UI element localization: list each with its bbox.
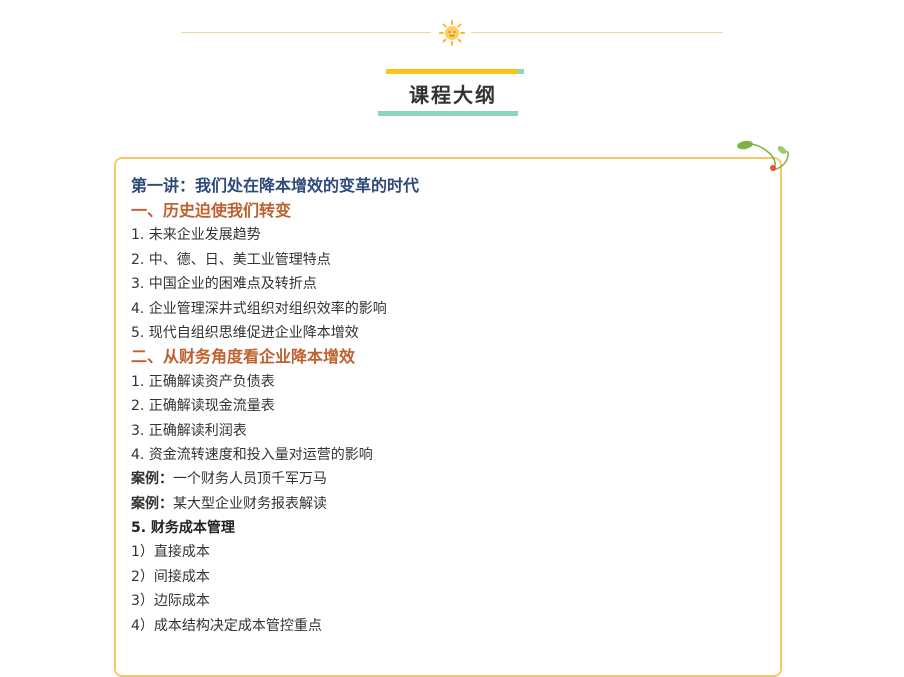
case-label: 案例：: [131, 495, 173, 512]
case-item: 案例：一个财务人员顶千军万马: [131, 467, 771, 491]
list-item: 2. 中、德、日、美工业管理特点: [131, 251, 331, 268]
list-item: 4. 资金流转速度和投入量对运营的影响: [131, 446, 373, 463]
list-item: 5. 现代自组织思维促进企业降本增效: [131, 324, 359, 341]
outline-content: 第一讲：我们处在降本增效的变革的时代 一、历史迫使我们转变 1. 未来企业发展趋…: [131, 173, 771, 638]
lecture-title: 第一讲：我们处在降本增效的变革的时代: [131, 176, 420, 195]
list-item: 4）成本结构决定成本管控重点: [131, 617, 322, 634]
top-rule-right: [471, 32, 723, 33]
title-bar-bottom: [383, 111, 518, 116]
page-title: 课程大纲: [409, 83, 497, 107]
case-item: 案例：某大型企业财务报表解读: [131, 492, 771, 516]
title-bar-top-accent: [518, 69, 524, 74]
list-item: 1）直接成本: [131, 544, 210, 561]
list-item: 3）边际成本: [131, 593, 210, 610]
list-item: 4. 企业管理深井式组织对组织效率的影响: [131, 300, 387, 317]
vine-leaf-icon: [737, 140, 789, 171]
section-2-title: 二、从财务角度看企业降本增效: [131, 347, 356, 367]
list-item: 3. 中国企业的困难点及转折点: [131, 276, 317, 293]
case-text: 一个财务人员顶千军万马: [173, 471, 327, 488]
list-item: 2. 正确解读现金流量表: [131, 398, 275, 415]
case-label: 案例：: [131, 471, 173, 488]
top-rule-left: [181, 32, 431, 33]
subsection-title: 5. 财务成本管理: [131, 520, 235, 537]
sun-icon: [439, 20, 465, 46]
list-item: 1. 未来企业发展趋势: [131, 227, 261, 244]
title-block: 课程大纲: [378, 69, 528, 117]
title-bar-top: [386, 69, 518, 74]
list-item: 1. 正确解读资产负债表: [131, 373, 275, 390]
list-item: 2）间接成本: [131, 568, 210, 585]
list-item: 3. 正确解读利润表: [131, 422, 247, 439]
case-text: 某大型企业财务报表解读: [173, 495, 327, 512]
section-1-title: 一、历史迫使我们转变: [131, 201, 292, 220]
